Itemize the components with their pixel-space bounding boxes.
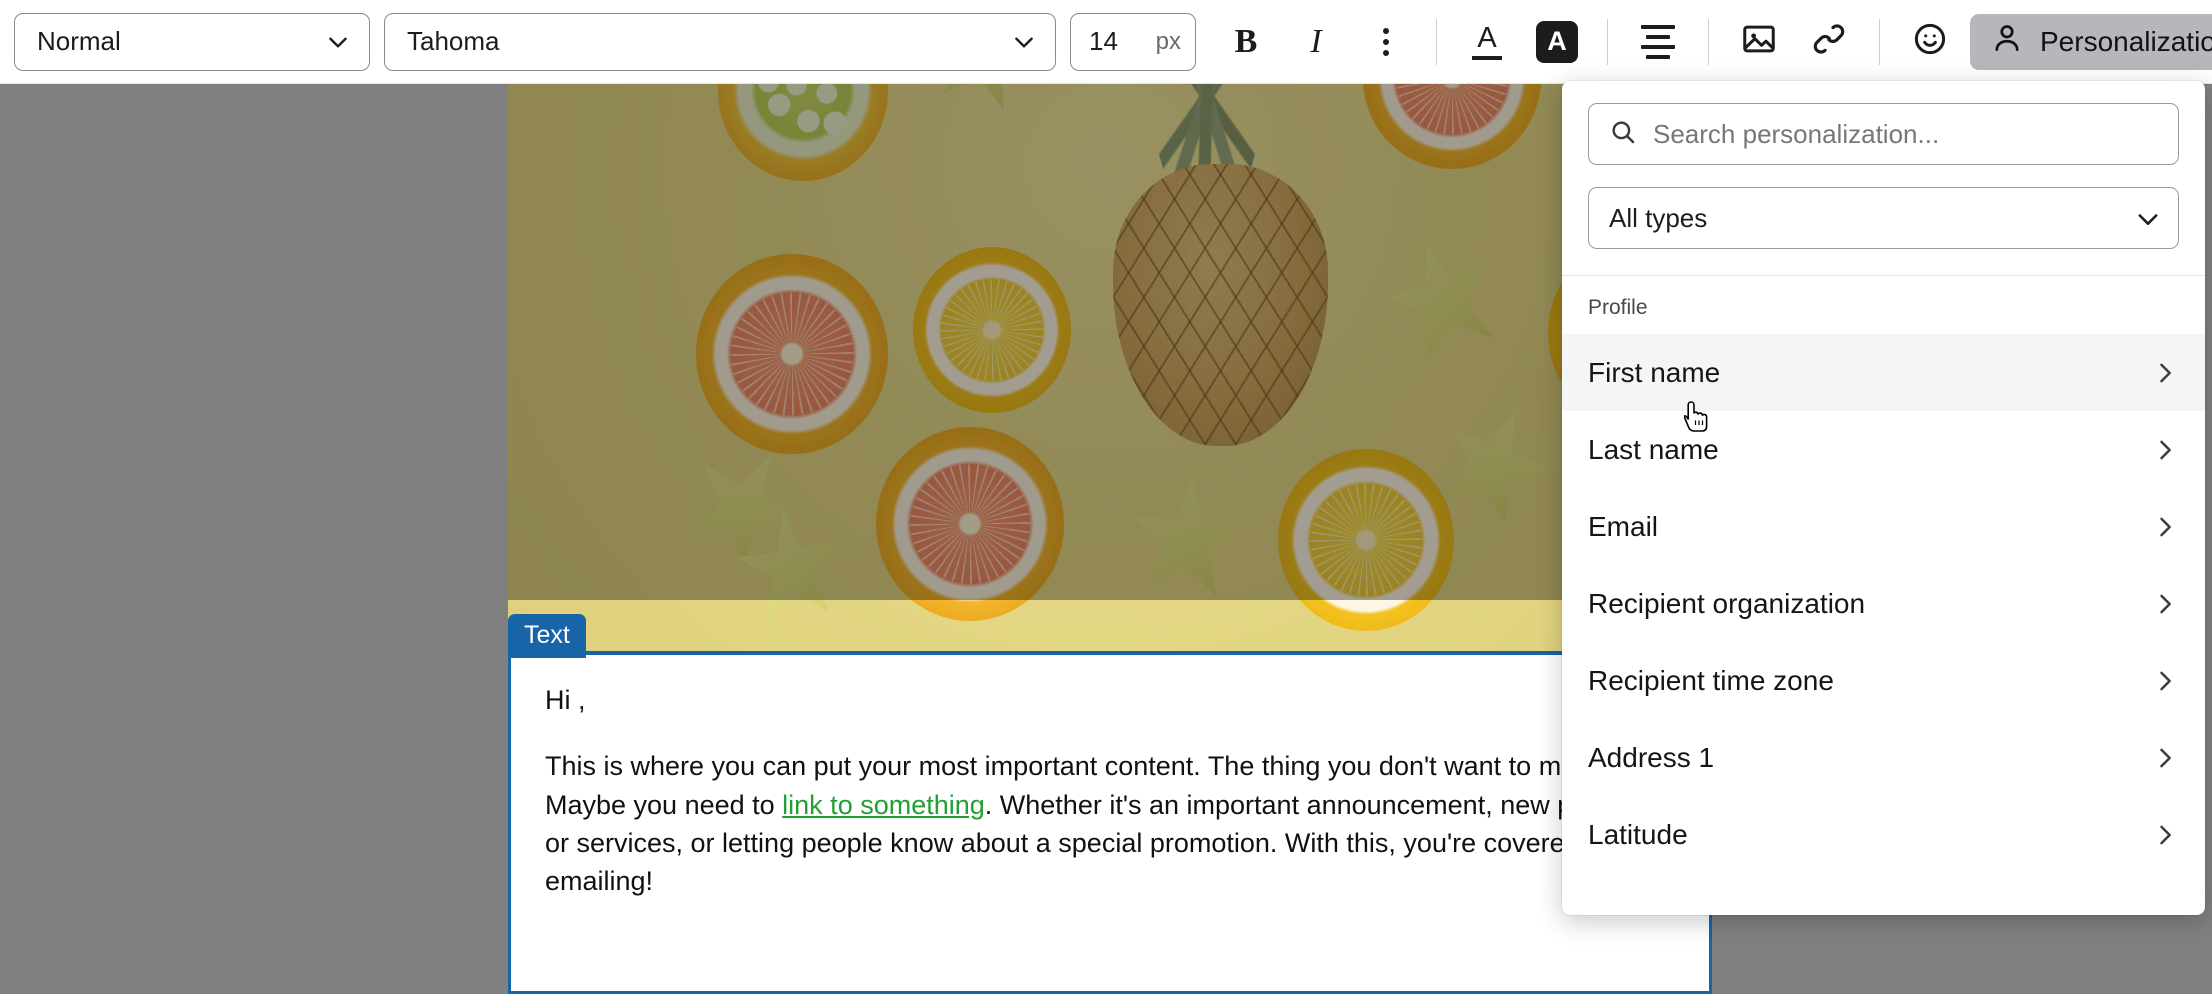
- formatting-toolbar: Normal Tahoma 14 px B I A A Personalizat…: [0, 0, 2212, 84]
- star-fruit: [1123, 474, 1251, 604]
- emoji-icon: [1911, 20, 1949, 63]
- star-fruit: [918, 84, 1049, 119]
- list-item[interactable]: Recipient time zone: [1562, 642, 2205, 719]
- lemon-slice: [913, 247, 1071, 413]
- list-item-label: Recipient organization: [1588, 587, 1866, 619]
- image-block[interactable]: [508, 84, 1712, 651]
- chevron-right-icon: [2151, 744, 2179, 772]
- insert-link-button[interactable]: [1801, 14, 1857, 70]
- bold-icon: B: [1234, 22, 1258, 60]
- insert-image-button[interactable]: [1731, 14, 1787, 70]
- list-item[interactable]: Recipient organization: [1562, 565, 2205, 642]
- fruit-photo: [508, 84, 1712, 651]
- chevron-right-icon: [2151, 513, 2179, 541]
- search-field-wrapper[interactable]: [1588, 103, 2179, 165]
- group-label-profile: Profile: [1588, 296, 1648, 319]
- text-block-content[interactable]: Hi , This is where you can put your most…: [511, 655, 1709, 901]
- list-item-label: Latitude: [1588, 818, 1688, 850]
- grapefruit-slice: [696, 254, 888, 454]
- text-color-swatch: [1472, 55, 1502, 60]
- user-icon: [1990, 21, 2024, 62]
- chevron-down-icon: [1011, 29, 1037, 55]
- list-item-label: Address 1: [1588, 741, 1715, 773]
- personalization-panel: All types Profile First name Last name E…: [1562, 81, 2205, 915]
- text-color-glyph: A: [1477, 21, 1497, 54]
- italic-icon: I: [1310, 22, 1322, 60]
- font-size-unit: px: [1155, 27, 1181, 55]
- body-paragraph: This is where you can put your most impo…: [545, 747, 1675, 900]
- text-block-selected[interactable]: Text Hi , This is where you can put your…: [508, 614, 1712, 994]
- background-color-button[interactable]: A: [1529, 14, 1585, 70]
- font-family-select[interactable]: Tahoma: [384, 12, 1056, 71]
- list-item-label: Last name: [1588, 433, 1719, 465]
- grapefruit-slice: [1363, 84, 1541, 169]
- kiwano-slice: [718, 84, 888, 181]
- list-item-label: Email: [1588, 510, 1659, 542]
- list-item[interactable]: First name: [1562, 334, 2205, 411]
- block-type-badge: Text: [508, 614, 586, 658]
- paragraph-style-value: Normal: [37, 26, 121, 56]
- pineapple: [1113, 164, 1328, 446]
- text-color-icon: A: [1472, 21, 1502, 60]
- list-item-label: First name: [1588, 356, 1721, 388]
- toolbar-divider: [1708, 18, 1709, 65]
- greeting-line: Hi ,: [545, 685, 586, 715]
- list-item[interactable]: Address 1: [1562, 719, 2205, 796]
- background-color-glyph: A: [1547, 26, 1567, 56]
- personalization-button[interactable]: Personalization: [1970, 13, 2212, 70]
- chevron-right-icon: [2151, 359, 2179, 387]
- toolbar-divider: [1436, 18, 1437, 65]
- type-filter-value: All types: [1609, 202, 1708, 233]
- chevron-right-icon: [2151, 436, 2179, 464]
- font-size-value: 14: [1089, 26, 1118, 56]
- image-icon: [1740, 20, 1778, 63]
- star-fruit: [1371, 224, 1518, 372]
- type-filter-select[interactable]: All types: [1588, 187, 2179, 249]
- text-color-button[interactable]: A: [1459, 14, 1515, 70]
- background-color-icon: A: [1536, 20, 1578, 63]
- lemon-slice: [1278, 449, 1454, 631]
- chevron-right-icon: [2151, 590, 2179, 618]
- email-editor-app: Normal Tahoma 14 px B I A A Personalizat…: [0, 0, 2212, 994]
- toolbar-divider: [1607, 18, 1608, 65]
- chevron-down-icon: [2134, 205, 2160, 231]
- personalization-list: First name Last name Email Recipient org…: [1562, 334, 2205, 873]
- align-button[interactable]: [1630, 14, 1686, 70]
- personalization-panel-header: All types: [1562, 81, 2205, 275]
- toolbar-divider: [1879, 18, 1880, 65]
- grapefruit-slice: [876, 427, 1064, 621]
- italic-button[interactable]: I: [1288, 14, 1344, 70]
- insert-emoji-button[interactable]: [1902, 14, 1958, 70]
- link-icon: [1810, 20, 1848, 63]
- list-item[interactable]: Latitude: [1562, 796, 2205, 873]
- kebab-menu-icon: [1383, 27, 1389, 56]
- body-text-part-1: This is where you can put your most impo…: [545, 751, 1509, 782]
- chevron-right-icon: [2151, 667, 2179, 695]
- bold-button[interactable]: B: [1218, 14, 1274, 70]
- more-formatting-button[interactable]: [1358, 14, 1414, 70]
- search-input[interactable]: [1653, 118, 2158, 150]
- list-item-label: Recipient time zone: [1588, 664, 1834, 696]
- chevron-right-icon: [2151, 821, 2179, 849]
- font-size-input[interactable]: 14 px: [1070, 12, 1196, 71]
- chevron-down-icon: [325, 29, 351, 55]
- list-item[interactable]: Last name: [1562, 411, 2205, 488]
- paragraph-style-select[interactable]: Normal: [14, 12, 370, 71]
- personalization-label: Personalization: [2040, 25, 2212, 57]
- email-canvas: Text Hi , This is where you can put your…: [508, 84, 1712, 994]
- search-icon: [1609, 118, 1637, 151]
- font-family-value: Tahoma: [407, 26, 500, 56]
- align-center-icon: [1641, 24, 1675, 59]
- body-link[interactable]: link to something: [782, 790, 985, 820]
- list-item[interactable]: Email: [1562, 488, 2205, 565]
